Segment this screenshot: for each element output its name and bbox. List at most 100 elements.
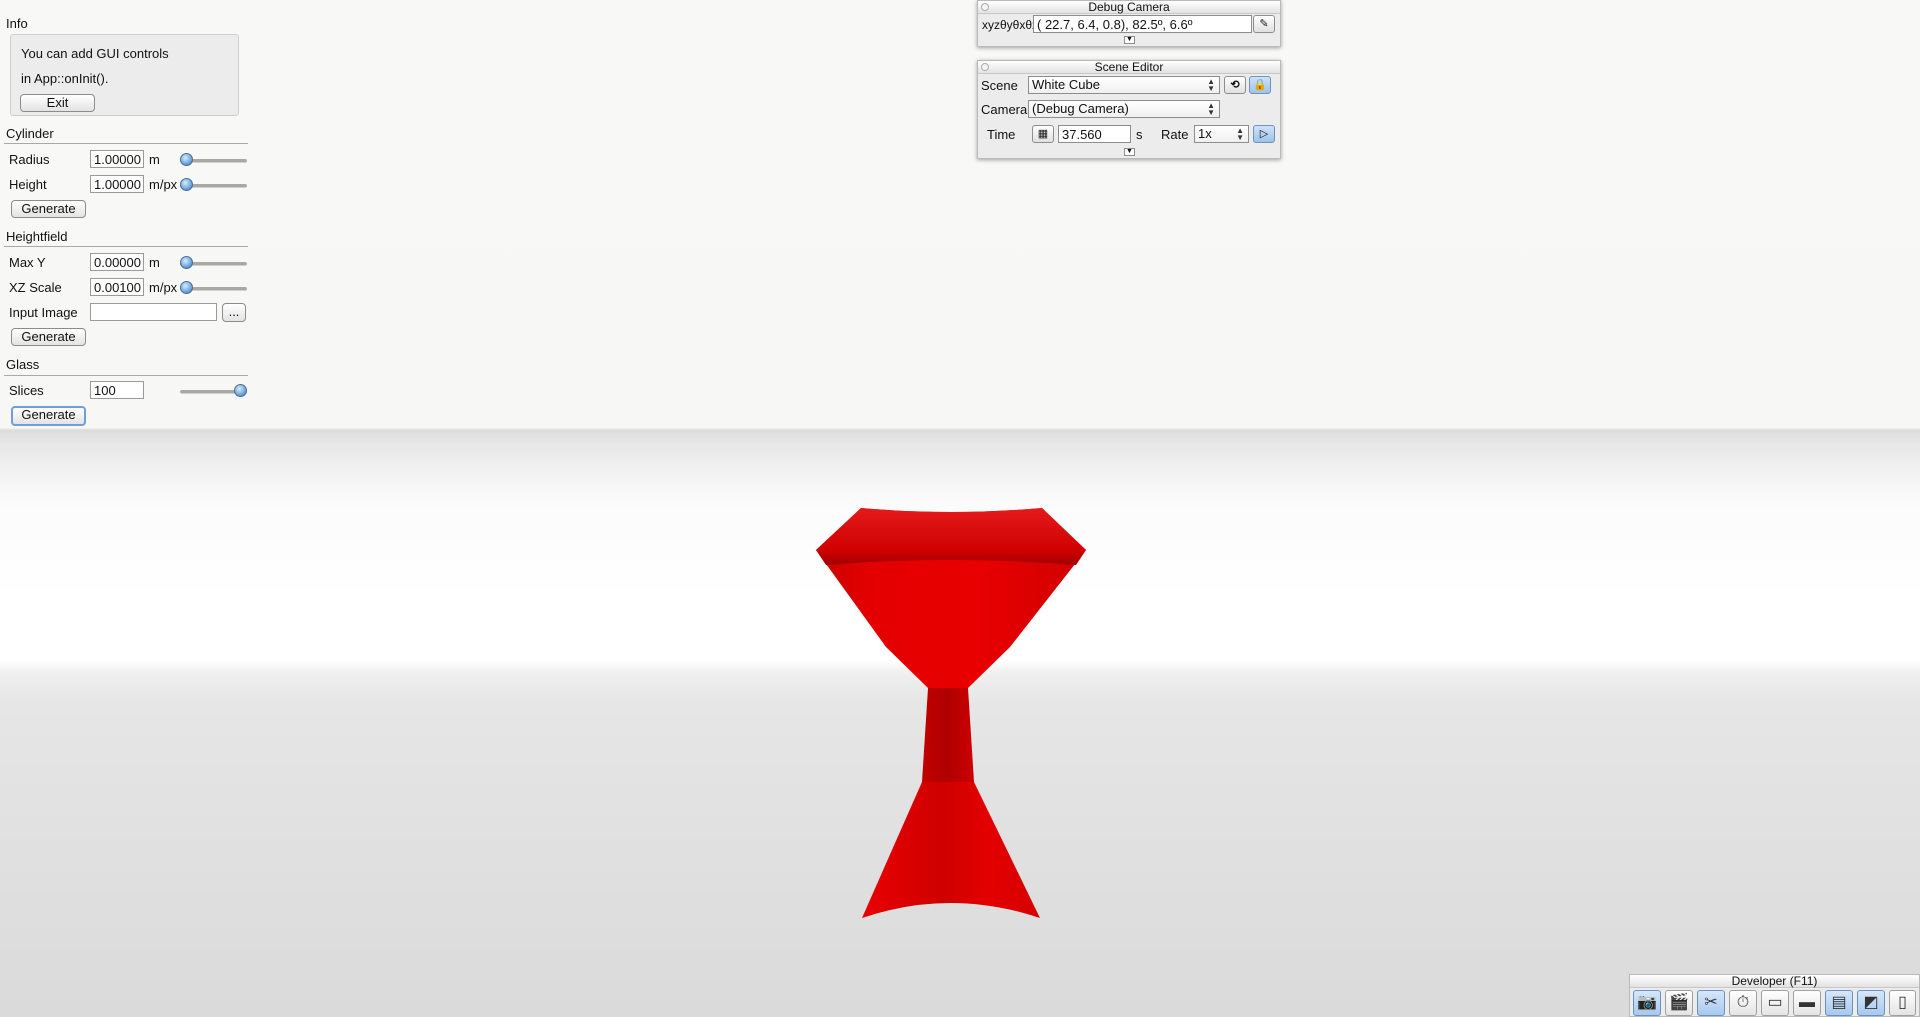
rate-dropdown[interactable]: 1x ▲ ▼ — [1194, 125, 1249, 143]
input-image-label: Input Image — [9, 305, 78, 320]
close-icon[interactable] — [981, 63, 989, 71]
time-field[interactable]: 37.560 — [1058, 125, 1131, 143]
cylinder-section-title: Cylinder — [6, 126, 54, 141]
height-unit: m/px — [149, 177, 178, 192]
info-text-line1: You can add GUI controls — [21, 46, 169, 61]
developer-title: Developer (F11) — [1630, 975, 1919, 988]
heightfield-divider — [4, 246, 248, 247]
camera-dropdown-value: (Debug Camera) — [1032, 101, 1129, 116]
xzscale-input[interactable]: 0.00100 — [90, 278, 144, 296]
wrench-icon: ✂ — [1704, 994, 1718, 1011]
camera-icon: 📷 — [1637, 994, 1657, 1011]
glass-section-title: Glass — [6, 357, 40, 372]
height-input[interactable]: 1.00000 — [90, 175, 144, 193]
browse-button[interactable]: ... — [222, 303, 246, 322]
radius-slider[interactable] — [180, 153, 247, 167]
scene-editor-toggle-button[interactable]: ▤ — [1825, 990, 1853, 1016]
reload-icon: ⟲ — [1230, 79, 1240, 91]
scene-editor-icon: ▤ — [1831, 994, 1847, 1011]
xzscale-slider-knob[interactable] — [180, 281, 193, 294]
glass-model — [816, 508, 1086, 918]
scene-dropdown[interactable]: White Cube ▲ ▼ — [1028, 76, 1220, 94]
rate-dropdown-value: 1x — [1198, 126, 1212, 141]
maxy-slider[interactable] — [180, 256, 247, 270]
camera-label: Camera — [981, 102, 1028, 117]
console-button[interactable]: ▬ — [1793, 990, 1821, 1016]
info-box: You can add GUI controls in App::onInit(… — [10, 34, 239, 116]
exit-button[interactable]: Exit — [20, 94, 95, 112]
camera-coordinate-field[interactable]: ( 22.7, 6.4, 0.8), 82.5º, 6.6º — [1033, 15, 1252, 33]
developer-toolbar: Developer (F11) 📷 🎬 ✂ ⏱ ▭ ▬ ▤ ◩ ▯ — [1629, 974, 1920, 1017]
scene-editor-window: Scene Editor Scene White Cube ▲ ▼ ⟲ 🔒 Cam… — [977, 60, 1281, 159]
updown-arrows-icon: ▲ ▼ — [1207, 77, 1215, 93]
cylinder-generate-button[interactable]: Generate — [11, 200, 86, 218]
slices-input[interactable]: 100 — [90, 381, 144, 399]
time-label: Time — [987, 127, 1016, 142]
reload-scene-button[interactable]: ⟲ — [1224, 76, 1246, 94]
pencil-icon: ✎ — [1259, 18, 1269, 30]
graph-icon: ◩ — [1863, 994, 1879, 1011]
cylinder-divider — [4, 143, 248, 144]
time-unit: s — [1136, 127, 1143, 142]
height-slider[interactable] — [180, 178, 247, 192]
scene-dropdown-value: White Cube — [1032, 77, 1100, 92]
tools-button[interactable]: ✂ — [1697, 990, 1725, 1016]
scene-label: Scene — [981, 78, 1018, 93]
play-button[interactable]: ▷ — [1253, 125, 1275, 143]
xzscale-label: XZ Scale — [9, 280, 62, 295]
window-icon: ▭ — [1767, 994, 1783, 1011]
input-image-field[interactable] — [90, 303, 217, 321]
movie-tool-button[interactable]: 🎬 — [1665, 990, 1693, 1016]
log-button[interactable]: ▯ — [1889, 990, 1916, 1016]
radius-label: Radius — [9, 152, 50, 167]
profiler-button[interactable]: ⏱ — [1729, 990, 1757, 1016]
lock-icon: 🔒 — [1253, 79, 1267, 91]
scene-editor-title: Scene Editor — [1094, 60, 1164, 74]
expand-arrow-icon[interactable]: ▼ — [1124, 36, 1135, 44]
maxy-unit: m — [149, 255, 160, 270]
glass-divider — [4, 375, 248, 376]
expand-arrow-icon[interactable]: ▼ — [1124, 148, 1135, 156]
xzscale-unit: m/px — [149, 280, 178, 295]
lock-scene-button[interactable]: 🔒 — [1249, 76, 1271, 94]
coordinate-label: xyzθyθxθz — [982, 18, 1039, 32]
scene-editor-titlebar[interactable]: Scene Editor — [978, 61, 1280, 74]
updown-arrows-icon: ▲ ▼ — [1207, 101, 1215, 117]
rate-label: Rate — [1161, 127, 1189, 142]
height-slider-knob[interactable] — [180, 178, 193, 191]
slices-slider-knob[interactable] — [234, 384, 247, 397]
close-icon[interactable] — [981, 3, 989, 11]
info-text-line2: in App::onInit(). — [21, 71, 109, 86]
film-icon: ▦ — [1037, 128, 1049, 140]
time-reset-button[interactable]: ▦ — [1032, 125, 1054, 143]
maxy-slider-knob[interactable] — [180, 256, 193, 269]
window-button[interactable]: ▭ — [1761, 990, 1789, 1016]
slices-slider[interactable] — [180, 384, 247, 398]
xzscale-slider[interactable] — [180, 281, 247, 295]
debug-camera-window: Debug Camera xyzθyθxθz ( 22.7, 6.4, 0.8)… — [977, 0, 1281, 47]
heightfield-section-title: Heightfield — [6, 229, 68, 244]
info-section-title: Info — [6, 16, 28, 31]
maxy-input[interactable]: 0.00000 — [90, 253, 144, 271]
camera-dropdown[interactable]: (Debug Camera) ▲ ▼ — [1028, 100, 1220, 118]
console-icon: ▬ — [1799, 994, 1815, 1011]
heightfield-generate-button[interactable]: Generate — [11, 328, 86, 346]
radius-input[interactable]: 1.00000 — [90, 150, 144, 168]
clock-icon: ⏱ — [1736, 994, 1750, 1011]
glass-generate-button[interactable]: Generate — [11, 406, 86, 426]
copy-coordinates-button[interactable]: ✎ — [1253, 15, 1275, 33]
render-stats-button[interactable]: ◩ — [1857, 990, 1885, 1016]
debug-camera-titlebar[interactable]: Debug Camera — [978, 1, 1280, 14]
maxy-label: Max Y — [9, 255, 46, 270]
updown-arrows-icon: ▲ ▼ — [1236, 126, 1244, 142]
document-icon: ▯ — [1898, 994, 1907, 1011]
play-icon: ▷ — [1259, 128, 1269, 140]
slices-label: Slices — [9, 383, 44, 398]
radius-slider-knob[interactable] — [180, 153, 193, 166]
debug-camera-title: Debug Camera — [1088, 0, 1170, 14]
camera-tool-button[interactable]: 📷 — [1633, 990, 1661, 1016]
3d-viewport[interactable] — [0, 0, 1920, 1017]
radius-unit: m — [149, 152, 160, 167]
height-label: Height — [9, 177, 47, 192]
clapperboard-icon: 🎬 — [1669, 994, 1689, 1011]
